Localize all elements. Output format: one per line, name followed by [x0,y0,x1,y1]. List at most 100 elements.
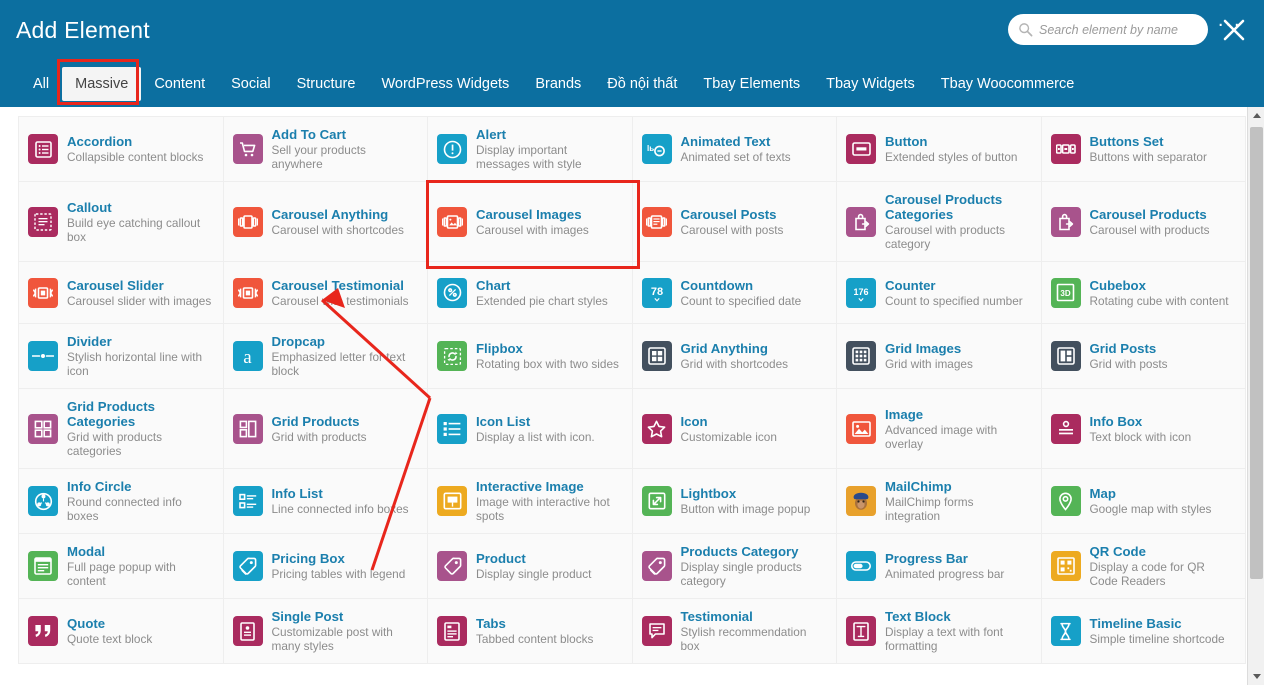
element-cell-carousel-images[interactable]: Carousel Images Carousel with images [426,180,639,269]
element-cell-carousel-posts[interactable]: Carousel Posts Carousel with posts [632,182,837,262]
element-cell-single-post[interactable]: Single Post Customizable post with many s… [223,599,428,664]
element-description: Display a code for QR Code Readers [1089,560,1205,588]
element-cell-product[interactable]: Product Display single product [428,534,633,599]
element-cell-mailchimp[interactable]: MailChimp MailChimp forms integration [837,469,1042,534]
tab-brands[interactable]: Brands [522,69,594,99]
element-name: Add To Cart [271,127,346,142]
map-pin-icon [1050,486,1081,516]
search-input[interactable] [1039,22,1198,37]
element-cell-testimonial[interactable]: Testimonial Stylish recommendation box [632,599,837,664]
element-cell-divider[interactable]: Divider Stylish horizontal line with icon [19,324,224,389]
element-description: Carousel with posts [680,222,784,237]
element-cell-dropcap[interactable]: a Dropcap Emphasized letter for text block [223,324,428,389]
element-cell-carousel-anything[interactable]: Carousel Anything Carousel with shortcode… [223,182,428,262]
element-cell-grid-products[interactable]: Grid Products Grid with products [223,389,428,469]
element-cell-add-to-cart[interactable]: Add To Cart Sell your products anywhere [223,117,428,182]
element-cell-timeline-basic[interactable]: Timeline Basic Simple timeline shortcode [1041,599,1246,664]
buttons-set-icon [1050,134,1081,164]
element-cell-carousel-products-categories[interactable]: Carousel Products Categories Carousel wit… [837,182,1042,262]
tab-tbay-woocommerce[interactable]: Tbay Woocommerce [928,69,1088,99]
element-cell-buttons-set[interactable]: Buttons Set Buttons with separator [1041,117,1246,182]
element-cell-text-block[interactable]: Text Block Display a text with font forma… [837,599,1042,664]
element-cell-grid-products-categories[interactable]: Grid Products Categories Grid with produc… [19,389,224,469]
element-cell-counter[interactable]: 176 Counter Count to specified number [837,262,1042,324]
element-cell-carousel-testimonial[interactable]: Carousel Testimonial Carousel with testim… [223,262,428,324]
element-description: Count to specified date [680,293,802,308]
element-name: Image [885,406,924,422]
element-cell-cubebox[interactable]: 3D Cubebox Rotating cube with content [1041,262,1246,324]
element-name: Carousel Testimonial [271,277,404,293]
element-cell-carousel-products[interactable]: Carousel Products Carousel with products [1041,182,1246,262]
element-name: Accordion [67,134,133,149]
tab-tbay-widgets[interactable]: Tbay Widgets [813,69,928,99]
element-cell-progress-bar[interactable]: Progress Bar Animated progress bar [837,534,1042,599]
element-cell-grid-anything[interactable]: Grid Anything Grid with shortcodes [632,324,837,389]
scroll-up-button[interactable] [1248,107,1264,124]
element-cell-pricing-box[interactable]: Pricing Box Pricing tables with legend [223,534,428,599]
element-cell-flipbox[interactable]: Flipbox Rotating box with two sides [428,324,633,389]
element-name: Divider [67,334,112,349]
element-cell-callout[interactable]: Callout Build eye catching callout box [19,182,224,262]
tab-social[interactable]: Social [218,69,284,99]
element-cell-map[interactable]: Map Google map with styles [1041,469,1246,534]
element-cell-info-list[interactable]: Info List Line connected info boxes [223,469,428,534]
search-box[interactable] [1008,14,1208,45]
element-cell-carousel-slider[interactable]: Carousel Slider Carousel slider with imag… [19,262,224,324]
element-text: Image Advanced image with overlay [885,407,1032,451]
element-cell-products-category[interactable]: Products Category Display single products… [632,534,837,599]
scroll-down-button[interactable] [1248,668,1264,685]
element-text: Carousel Testimonial Carousel with testim… [272,278,409,308]
carousel-icon [232,206,263,237]
element-cell-tabs[interactable]: Tabs Tabbed content blocks [428,599,633,664]
element-text: Carousel Products Carousel with products [1090,207,1210,237]
element-cell-icon-list[interactable]: Icon List Display a list with icon. [428,389,633,469]
element-description: Customizable icon [680,429,777,444]
svg-text:lь: lь [647,144,654,153]
element-cell-quote[interactable]: Quote Quote text block [19,599,224,664]
svg-text:78: 78 [650,286,662,298]
scrollbar-thumb[interactable] [1250,127,1263,579]
tab-content[interactable]: Content [141,69,218,99]
element-cell-icon[interactable]: Icon Customizable icon [632,389,837,469]
more-tabs-button[interactable]: ... [1218,9,1242,32]
element-cell-button[interactable]: Button Extended styles of button [837,117,1042,182]
element-cell-interactive-image[interactable]: Interactive Image Image with interactive … [428,469,633,534]
grid-posts-icon [1050,341,1081,371]
element-cell-info-box[interactable]: Info Box Text block with icon [1041,389,1246,469]
tab-wordpress-widgets[interactable]: WordPress Widgets [368,69,522,99]
element-cell-lightbox[interactable]: Lightbox Button with image popup [632,469,837,534]
price-tag-icon [232,551,263,581]
element-description: Image with interactive hot spots [476,495,610,523]
element-name: Pricing Box [271,551,345,566]
element-description: Display single products category [680,560,802,588]
tabs-icon [437,616,467,646]
tab-massive[interactable]: Massive [62,67,142,101]
element-cell-qr-code[interactable]: QR Code Display a code for QR Code Reader… [1041,534,1246,599]
element-cell-modal[interactable]: Modal Full page popup with content [19,534,224,599]
element-description: Build eye catching callout box [67,215,201,244]
vertical-scrollbar[interactable] [1247,107,1264,685]
element-cell-animated-text[interactable]: lь Animated Text Animated set of texts [632,117,837,182]
element-description: Round connected info boxes [67,495,182,523]
element-description: Carousel slider with images [67,293,212,308]
tab-structure[interactable]: Structure [284,69,369,99]
element-cell-grid-images[interactable]: Grid Images Grid with images [837,324,1042,389]
element-name: QR Code [1089,544,1146,559]
element-text: Countdown Count to specified date [681,278,802,308]
cart-icon [232,134,263,164]
element-cell-image[interactable]: Image Advanced image with overlay [837,389,1042,469]
element-cell-chart[interactable]: Chart Extended pie chart styles [428,262,633,324]
element-text: Animated Text Animated set of texts [681,134,791,164]
tab-n-i-th-t[interactable]: Đồ nội thất [594,69,690,99]
mailchimp-monkey-icon [846,486,876,516]
element-cell-grid-posts[interactable]: Grid Posts Grid with posts [1041,324,1246,389]
tab-tbay-elements[interactable]: Tbay Elements [690,69,813,99]
tab-all[interactable]: All [20,69,62,99]
element-cell-accordion[interactable]: Accordion Collapsible content blocks [19,117,224,182]
element-cell-info-circle[interactable]: Info Circle Round connected info boxes [19,469,224,534]
element-cell-countdown[interactable]: 78 Countdown Count to specified date [632,262,837,324]
divider-icon [28,341,58,371]
element-description: Grid with images [885,357,973,371]
element-cell-alert[interactable]: Alert Display important messages with sty… [428,117,633,182]
info-list-icon [232,486,263,516]
